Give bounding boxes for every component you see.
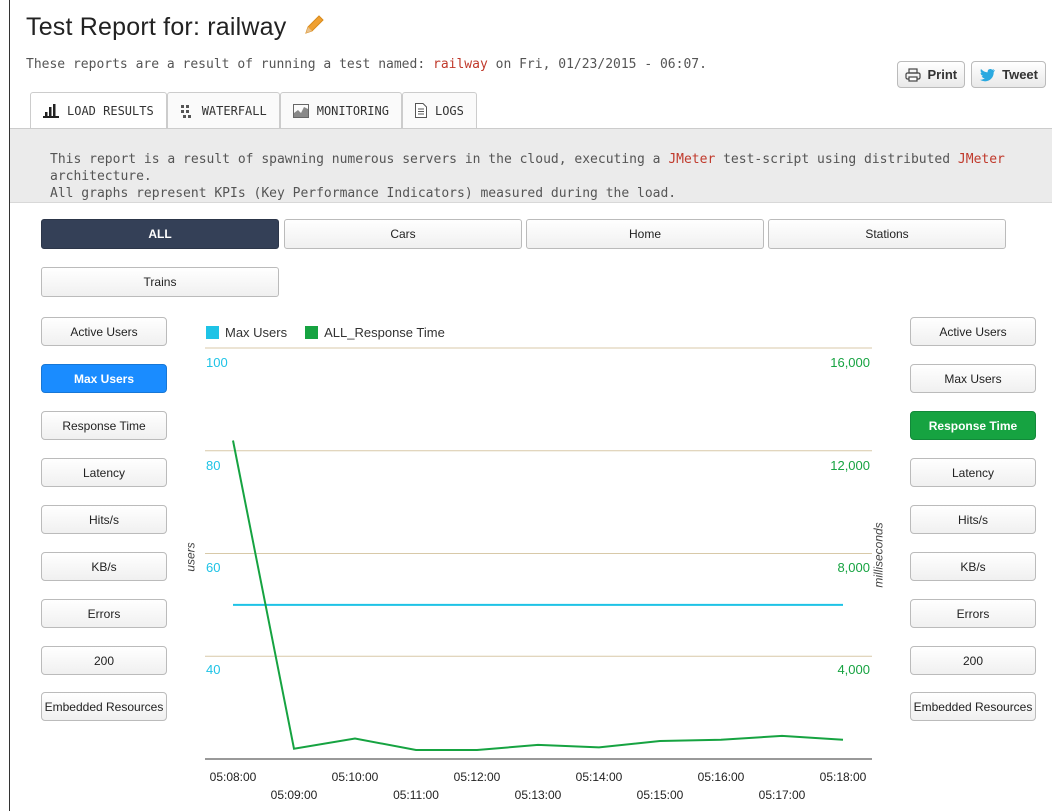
y-right-axis-title: milliseconds: [871, 522, 886, 588]
x-tick-label: 05:08:00: [209, 770, 257, 784]
x-tick-label: 05:13:00: [514, 788, 562, 802]
y-left-axis-title: users: [183, 542, 198, 572]
x-tick-label: 05:09:00: [270, 788, 318, 802]
y-right-tick: 16,000: [830, 355, 870, 370]
y-left-tick: 80: [206, 458, 221, 473]
y-right-tick: 12,000: [830, 458, 870, 473]
x-tick-label: 05:14:00: [575, 770, 623, 784]
x-tick-label: 05:16:00: [697, 770, 745, 784]
y-left-tick: 40: [206, 662, 221, 677]
series-line-response-time: [232, 440, 844, 751]
x-tick-label: 05:18:00: [819, 770, 867, 784]
y-left-tick: 60: [206, 560, 221, 575]
x-tick-label: 05:10:00: [331, 770, 379, 784]
x-tick-label: 05:15:00: [636, 788, 684, 802]
x-tick-label: 05:12:00: [453, 770, 501, 784]
y-left-tick: 100: [206, 355, 228, 370]
y-right-tick: 4,000: [837, 662, 870, 677]
x-tick-label: 05:11:00: [393, 788, 439, 802]
x-tick-label: 05:17:00: [758, 788, 806, 802]
response-chart: [205, 347, 872, 760]
y-right-tick: 8,000: [837, 560, 870, 575]
